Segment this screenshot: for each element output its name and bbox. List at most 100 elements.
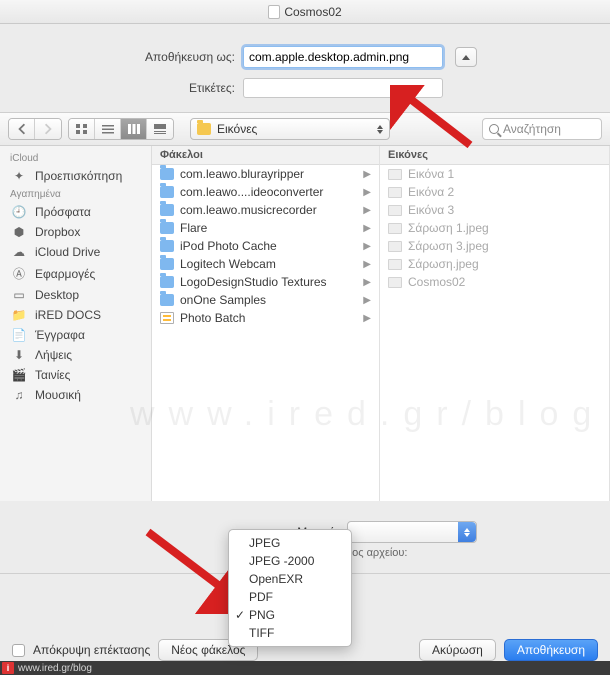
row-label: com.leawo....ideoconverter (180, 185, 323, 199)
view-mode-switcher[interactable] (68, 118, 174, 140)
chevron-right-icon: ▶ (363, 313, 371, 324)
chevron-up-icon (462, 55, 470, 60)
info-icon: i (2, 662, 14, 674)
tags-input[interactable] (243, 78, 443, 98)
image-file-icon (388, 241, 402, 252)
sidebar-item[interactable]: ⒶΕφαρμογές (0, 262, 151, 285)
downloads-icon: ⬇︎ (10, 348, 28, 362)
column-header: Φάκελοι (152, 146, 379, 165)
folder-row[interactable]: Logitech Webcam ▶ (152, 255, 379, 273)
hide-extension-label: Απόκρυψη επέκτασης (33, 643, 150, 657)
cancel-button[interactable]: Ακύρωση (419, 639, 496, 661)
image-file-icon (388, 277, 402, 288)
expand-toggle-button[interactable] (455, 47, 477, 67)
format-popup[interactable] (347, 521, 477, 543)
file-row[interactable]: Εικόνα 2 (380, 183, 609, 201)
search-placeholder: Αναζήτηση (503, 122, 561, 136)
sidebar-item[interactable]: 📄Έγγραφα (0, 325, 151, 345)
row-label: com.leawo.musicrecorder (180, 203, 317, 217)
folder-row[interactable]: com.leawo.blurayripper ▶ (152, 165, 379, 183)
coverflow-view-button[interactable] (147, 119, 173, 139)
chevron-right-icon: ▶ (363, 277, 371, 288)
sidebar-item[interactable]: ♫Μουσική (0, 385, 151, 405)
row-label: Photo Batch (180, 311, 245, 325)
row-label: onOne Samples (180, 293, 266, 307)
row-label: Εικόνα 1 (408, 167, 454, 181)
folder-row[interactable]: onOne Samples ▶ (152, 291, 379, 309)
back-button[interactable] (9, 119, 35, 139)
menu-item[interactable]: TIFF (229, 624, 351, 642)
column-2: Εικόνες Εικόνα 1Εικόνα 2Εικόνα 3Σάρωση 1… (380, 146, 610, 501)
folder-icon (160, 294, 174, 306)
file-row[interactable]: Σάρωση 3.jpeg (380, 237, 609, 255)
save-form: Αποθήκευση ως: Ετικέτες: (0, 24, 610, 112)
applications-icon: Ⓐ (10, 265, 28, 282)
row-label: Flare (180, 221, 207, 235)
search-icon (489, 124, 499, 134)
hide-extension-checkbox[interactable] (12, 644, 25, 657)
sidebar-item[interactable]: ▭Desktop (0, 285, 151, 305)
chevron-right-icon: ▶ (363, 169, 371, 180)
folder-row[interactable]: com.leawo....ideoconverter▶ (152, 183, 379, 201)
sidebar-item[interactable]: ✦Προεπισκόπηση (0, 166, 151, 186)
sidebar-item[interactable]: ☁︎iCloud Drive (0, 242, 151, 262)
location-popup[interactable]: Εικόνες (190, 118, 390, 140)
save-as-label: Αποθήκευση ως: (0, 50, 235, 64)
nav-back-forward[interactable] (8, 118, 62, 140)
folder-icon (160, 168, 174, 180)
location-label: Εικόνες (217, 122, 257, 136)
file-row[interactable]: Σάρωση 1.jpeg (380, 219, 609, 237)
sidebar-item[interactable]: ⬢Dropbox (0, 222, 151, 242)
chevron-right-icon: ▶ (363, 259, 371, 270)
movies-icon: 🎬 (10, 368, 28, 382)
menu-item[interactable]: OpenEXR (229, 570, 351, 588)
column-view: Φάκελοι com.leawo.blurayripper▶com.leawo… (152, 146, 610, 501)
desktop-icon: ▭ (10, 288, 28, 302)
folder-row[interactable]: Flare▶ (152, 219, 379, 237)
sidebar-item[interactable]: ⬇︎Λήψεις (0, 345, 151, 365)
chevron-right-icon: ▶ (363, 295, 371, 306)
folder-icon (160, 240, 174, 252)
save-as-input[interactable] (243, 46, 443, 68)
file-row[interactable]: Σάρωση.jpeg (380, 255, 609, 273)
menu-item[interactable]: PNG (229, 606, 351, 624)
list-view-button[interactable] (95, 119, 121, 139)
row-label: Σάρωση 1.jpeg (408, 221, 489, 235)
sidebar-item[interactable]: 🕘Πρόσφατα (0, 202, 151, 222)
row-label: LogoDesignStudio Textures (180, 275, 327, 289)
file-row[interactable]: Cosmos02 (380, 273, 609, 291)
menu-item[interactable]: JPEG -2000 (229, 552, 351, 570)
menu-item[interactable]: PDF (229, 588, 351, 606)
save-button[interactable]: Αποθήκευση (504, 639, 598, 661)
menu-item[interactable]: JPEG (229, 534, 351, 552)
document-icon (268, 5, 280, 19)
column-1: Φάκελοι com.leawo.blurayripper▶com.leawo… (152, 146, 380, 501)
folder-row[interactable]: iPod Photo Cache▶ (152, 237, 379, 255)
file-row[interactable]: Εικόνα 1 (380, 165, 609, 183)
app-icon (160, 312, 174, 324)
row-label: Εικόνα 3 (408, 203, 454, 217)
file-row[interactable]: Εικόνα 3 (380, 201, 609, 219)
row-label: Logitech Webcam (180, 257, 276, 271)
window-title: Cosmos02 (284, 5, 341, 19)
image-file-icon (388, 259, 402, 270)
format-dropdown-menu[interactable]: JPEGJPEG -2000OpenEXRPDFPNGTIFF (228, 529, 352, 647)
row-label: com.leawo.blurayripper (180, 167, 304, 181)
search-field[interactable]: Αναζήτηση (482, 118, 602, 140)
icon-view-button[interactable] (69, 119, 95, 139)
folder-row[interactable]: LogoDesignStudio Textures ▶ (152, 273, 379, 291)
sidebar-item[interactable]: 🎬Ταινίες (0, 365, 151, 385)
sidebar-item[interactable]: 📁iRED DOCS (0, 305, 151, 325)
column-view-button[interactable] (121, 119, 147, 139)
browser-toolbar: Εικόνες Αναζήτηση (0, 112, 610, 146)
folder-row[interactable]: Photo Batch ▶ (152, 309, 379, 327)
folder-row[interactable]: com.leawo.musicrecorder▶ (152, 201, 379, 219)
forward-button[interactable] (35, 119, 61, 139)
folder-icon (197, 123, 211, 135)
image-file-icon (388, 169, 402, 180)
image-file-icon (388, 205, 402, 216)
row-label: Σάρωση.jpeg (408, 257, 479, 271)
sidebar-header: Αγαπημένα (0, 186, 151, 202)
folder-icon (160, 186, 174, 198)
file-browser: iCloud ✦Προεπισκόπηση Αγαπημένα 🕘Πρόσφατ… (0, 146, 610, 501)
